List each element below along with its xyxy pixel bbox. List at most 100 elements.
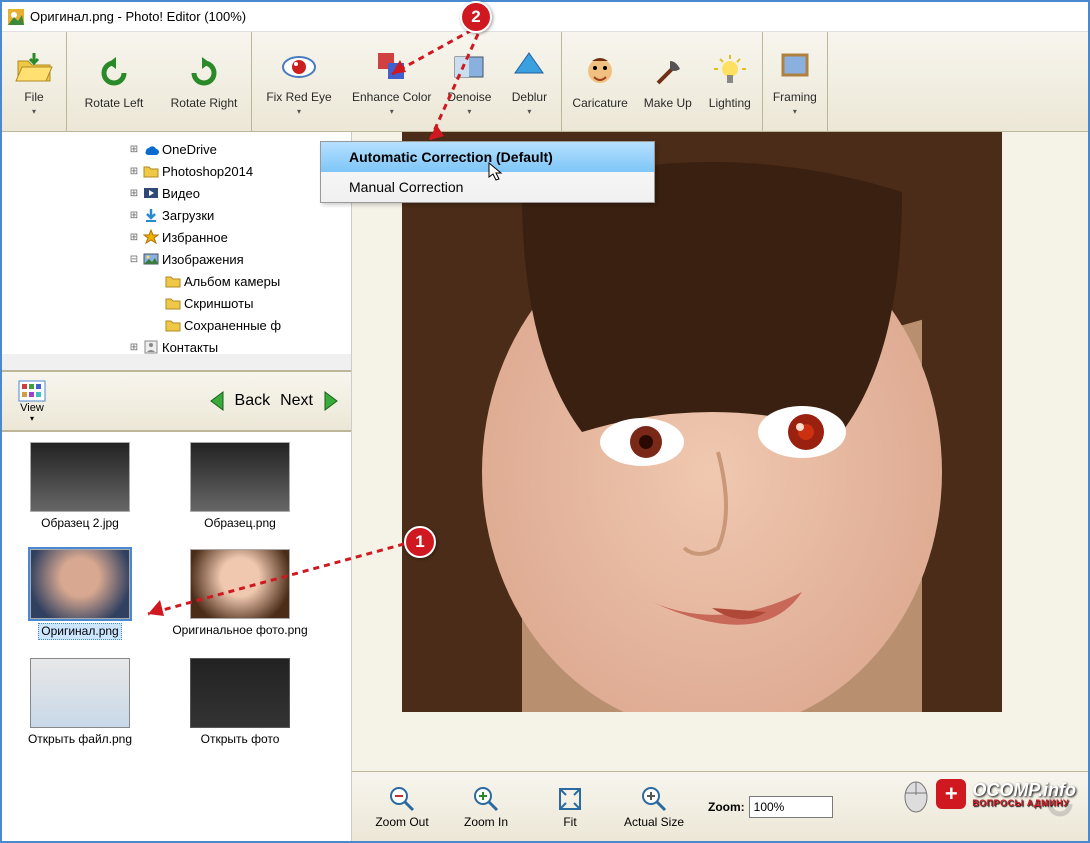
zoom-out-icon [388, 785, 416, 813]
view-mode-button[interactable]: View ▾ [10, 380, 54, 423]
chevron-down-icon: ▾ [527, 107, 531, 116]
thumbnail-item[interactable]: Открыть фото [170, 658, 310, 747]
download-icon [142, 207, 160, 223]
zoom-label: Zoom: [708, 800, 745, 814]
zoom-input[interactable] [749, 796, 833, 818]
chevron-down-icon: ▾ [32, 107, 36, 116]
rotate-right-button[interactable]: Rotate Right [159, 36, 249, 127]
deblur-button[interactable]: Deblur ▾ [499, 36, 559, 127]
denoise-button[interactable]: Denoise ▾ [439, 36, 499, 127]
expand-toggle[interactable]: ⊞ [128, 144, 140, 155]
thumbnail-image [190, 442, 290, 512]
preview-photo [402, 132, 1002, 712]
rotate-left-icon [94, 53, 134, 93]
makeup-brush-icon [648, 53, 688, 93]
expand-toggle[interactable]: ⊞ [128, 188, 140, 199]
caricature-button[interactable]: Caricature [564, 36, 635, 127]
expand-toggle[interactable]: ⊟ [128, 254, 140, 265]
framing-button[interactable]: Framing ▾ [765, 36, 825, 127]
actual-size-button[interactable]: Actual Size [614, 785, 694, 829]
thumbnail-panel[interactable]: Образец 2.jpg Образец.png Оригинал.png Ориг… [2, 432, 351, 841]
enhance-color-button[interactable]: Enhance Color ▾ [344, 36, 439, 127]
folder-icon [142, 163, 160, 179]
thumbnail-caption: Образец.png [202, 516, 278, 531]
arrow-right-icon [317, 388, 343, 414]
thumbnail-caption: Открыть файл.png [26, 732, 134, 747]
fix-red-eye-button[interactable]: Fix Red Eye ▾ [254, 36, 344, 127]
thumbnail-image [190, 549, 290, 619]
tree-item[interactable]: ⊞ Photoshop2014 [6, 160, 347, 182]
tree-item[interactable]: ⊞ Видео [6, 182, 347, 204]
chevron-down-icon: ▾ [793, 107, 797, 116]
tree-label: Видео [162, 186, 200, 201]
expand-toggle[interactable]: ⊞ [128, 232, 140, 243]
fit-icon [556, 785, 584, 813]
folder-icon [164, 317, 182, 333]
tree-label: Скриншоты [184, 296, 253, 311]
tree-label: Сохраненные ф [184, 318, 281, 333]
tree-label: Избранное [162, 230, 228, 245]
callout-2: 2 [460, 1, 492, 33]
zoom-out-button[interactable]: Zoom Out [362, 785, 442, 829]
main-toolbar: File ▾ Rotate Left Rotate Right Fix Red … [2, 32, 1088, 132]
expand-toggle[interactable]: ⊞ [128, 210, 140, 221]
mouse-icon [902, 775, 930, 813]
tree-label: Изображения [162, 252, 244, 267]
tree-item[interactable]: Скриншоты [6, 292, 347, 314]
rotate-right-icon [184, 53, 224, 93]
thumbnail-caption: Оригинал.png [38, 623, 121, 640]
thumbnail-item[interactable]: Оригинал.png [10, 549, 150, 640]
enhance-color-icon [372, 47, 412, 87]
thumbnail-item[interactable]: Оригинальное фото.png [170, 549, 310, 640]
star-icon [142, 229, 160, 245]
chevron-down-icon: ▾ [390, 107, 394, 116]
red-eye-icon [279, 47, 319, 87]
expand-toggle[interactable]: ⊞ [128, 166, 140, 177]
tree-item[interactable]: Сохраненные ф [6, 314, 347, 336]
image-canvas[interactable] [352, 132, 1088, 771]
tree-item[interactable]: ⊞ Избранное [6, 226, 347, 248]
zoom-in-button[interactable]: Zoom In [446, 785, 526, 829]
tree-item[interactable]: Альбом камеры [6, 270, 347, 292]
file-button[interactable]: File ▾ [4, 36, 64, 127]
tree-item[interactable]: ⊞Загрузки [6, 204, 347, 226]
fit-button[interactable]: Fit [530, 785, 610, 829]
thumbnail-item[interactable]: Образец 2.jpg [10, 442, 150, 531]
makeup-button[interactable]: Make Up [636, 36, 700, 127]
deblur-icon [509, 47, 549, 87]
thumbnail-item[interactable]: Открыть файл.png [10, 658, 150, 747]
lightbulb-icon [710, 53, 750, 93]
thumbnail-caption: Оригинальное фото.png [170, 623, 309, 638]
tree-label: Альбом камеры [184, 274, 280, 289]
chevron-down-icon: ▾ [30, 414, 34, 423]
thumbnail-item[interactable]: Образец.png [170, 442, 310, 531]
folder-icon [164, 295, 182, 311]
tree-item[interactable]: ⊟ Изображения [6, 248, 347, 270]
folder-icon [164, 273, 182, 289]
folder-tree[interactable]: ⊞OneDrive⊞Photoshop2014⊞Видео⊞Загрузки⊞И… [2, 132, 351, 372]
thumbnail-caption: Открыть фото [199, 732, 282, 747]
denoise-icon [449, 47, 489, 87]
thumbnail-caption: Образец 2.jpg [39, 516, 121, 531]
tree-label: Photoshop2014 [162, 164, 253, 179]
plus-icon: + [936, 779, 966, 809]
cursor-icon [488, 162, 504, 182]
watermark: + OCOMP.info ВОПРОСЫ АДМИНУ [902, 775, 1076, 813]
lighting-button[interactable]: Lighting [700, 36, 760, 127]
tree-label: Контакты [162, 340, 218, 355]
back-button[interactable]: Back [205, 388, 271, 414]
actual-size-icon [640, 785, 668, 813]
thumbnail-image [30, 442, 130, 512]
thumbnail-nav-bar: View ▾ Back Next [2, 372, 351, 432]
rotate-left-button[interactable]: Rotate Left [69, 36, 159, 127]
expand-toggle[interactable]: ⊞ [128, 342, 140, 353]
caricature-icon [580, 53, 620, 93]
thumbnail-image [30, 658, 130, 728]
pictures-icon [142, 251, 160, 267]
tree-item[interactable]: ⊞OneDrive [6, 138, 347, 160]
callout-1: 1 [404, 526, 436, 558]
next-button[interactable]: Next [280, 388, 343, 414]
chevron-down-icon: ▾ [467, 107, 471, 116]
title-bar: Оригинал.png - Photo! Editor (100%) [2, 2, 1088, 32]
thumbnail-image [30, 549, 130, 619]
